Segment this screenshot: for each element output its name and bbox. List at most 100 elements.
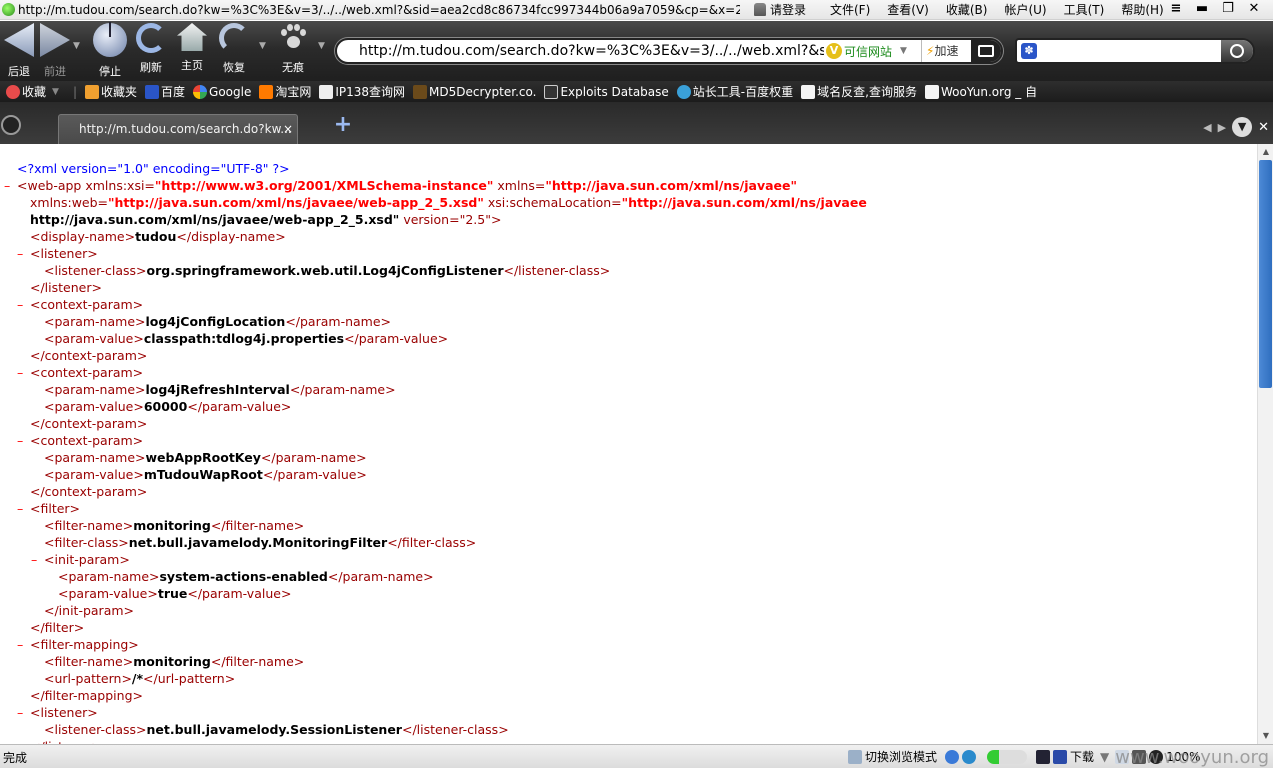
- fav-chinaz[interactable]: 站长工具-百度权重: [676, 83, 793, 100]
- incognito-button[interactable]: 无痕: [278, 23, 308, 75]
- fav-baidu[interactable]: 百度: [145, 83, 185, 100]
- toolbar-menu-icon[interactable]: ≡: [1163, 1, 1189, 16]
- restore-button[interactable]: 恢复: [219, 23, 249, 75]
- xml-line: </context-param>: [30, 415, 147, 432]
- fav-domain-lookup[interactable]: 域名反查,查询服务: [801, 83, 917, 100]
- toggle-icon[interactable]: [987, 749, 1028, 764]
- fav-exploits-database[interactable]: Exploits Database: [544, 84, 669, 99]
- fav-ip138[interactable]: IP138查询网: [319, 83, 405, 100]
- tab-scroll-right-icon[interactable]: ▶: [1218, 121, 1226, 134]
- xml-text-value: classpath:tdlog4j.properties: [143, 331, 345, 346]
- collapse-toggle-icon[interactable]: –: [4, 177, 14, 194]
- collapse-toggle-icon[interactable]: –: [17, 432, 27, 449]
- tab-scroll-left-icon[interactable]: ◀: [1203, 121, 1211, 134]
- baidu-paw-icon[interactable]: ✽: [1021, 43, 1037, 59]
- scroll-thumb[interactable]: [1259, 160, 1272, 388]
- fav-label-md5: MD5Decrypter.co.: [429, 84, 537, 99]
- collapse-toggle-icon[interactable]: –: [17, 245, 27, 262]
- menu-account[interactable]: 帐户(U): [1004, 1, 1046, 18]
- trusted-site-badge[interactable]: V 可信网站 ▼: [826, 43, 921, 60]
- go-icon: [978, 45, 994, 57]
- xml-tag: </listener>: [30, 280, 102, 295]
- incognito-dropdown-icon[interactable]: ▼: [318, 41, 325, 51]
- home-button[interactable]: 主页: [177, 23, 207, 73]
- scroll-down-icon[interactable]: ▼: [1258, 728, 1273, 744]
- xml-line: </filter>: [30, 619, 84, 636]
- refresh-button[interactable]: 刷新: [136, 23, 166, 75]
- xml-line: <url-pattern>/*</url-pattern>: [44, 670, 235, 687]
- menu-favorites[interactable]: 收藏(B): [946, 1, 988, 18]
- back-arrow-icon: [4, 23, 34, 57]
- collapse-toggle-icon[interactable]: –: [17, 704, 27, 721]
- history-dropdown-icon[interactable]: ▼: [73, 41, 80, 51]
- fav-google[interactable]: Google: [193, 84, 251, 99]
- xml-tag: <listener>: [30, 246, 98, 261]
- user-icon[interactable]: [754, 3, 766, 16]
- search-icon[interactable]: [1221, 40, 1253, 62]
- xml-line: <filter-name>monitoring</filter-name>: [44, 517, 304, 534]
- speed-up-button[interactable]: ⚡加速: [921, 40, 965, 62]
- xml-close-tag: </display-name>: [176, 229, 286, 244]
- tab-list-icon[interactable]: ▼: [1232, 117, 1253, 137]
- home-label: 主页: [181, 59, 203, 72]
- fav-wooyun[interactable]: WooYun.org _ 自: [924, 83, 1037, 100]
- ie-mode-icon[interactable]: [945, 749, 960, 764]
- tab-title: http://m.tudou.com/search.do?kw...: [79, 122, 292, 136]
- minimize-icon[interactable]: ▬: [1189, 1, 1215, 16]
- xml-text-value: system-actions-enabled: [159, 569, 328, 584]
- close-icon[interactable]: ✕: [1241, 1, 1267, 16]
- collapse-toggle-icon[interactable]: –: [17, 500, 27, 517]
- xml-open-tag: <param-value>: [44, 467, 144, 482]
- stop-button[interactable]: 停止: [93, 22, 127, 79]
- xml-text-value: log4jRefreshInterval: [145, 382, 290, 397]
- search-box[interactable]: ✽: [1015, 38, 1255, 64]
- go-button[interactable]: [971, 40, 1001, 62]
- menu-view[interactable]: 查看(V): [887, 1, 929, 18]
- favorites-menu[interactable]: 收藏 ▼: [6, 83, 59, 100]
- fav-taobao[interactable]: 淘宝网: [259, 83, 311, 100]
- network-icon[interactable]: [962, 749, 977, 764]
- vertical-scrollbar[interactable]: ▲ ▼: [1257, 144, 1273, 744]
- new-tab-icon[interactable]: +: [333, 114, 353, 136]
- xml-line: <filter-name>monitoring</filter-name>: [44, 653, 304, 670]
- xml-open-tag: <url-pattern>: [44, 671, 132, 686]
- restore-dropdown-icon[interactable]: ▼: [259, 41, 266, 51]
- xml-open-tag: <param-value>: [44, 399, 144, 414]
- download-icon[interactable]: [1053, 749, 1068, 764]
- xml-close-tag: </filter-name>: [210, 654, 305, 669]
- scroll-up-icon[interactable]: ▲: [1258, 144, 1273, 160]
- collapse-toggle-icon[interactable]: –: [17, 296, 27, 313]
- xml-line: </context-param>: [30, 483, 147, 500]
- collapse-toggle-icon[interactable]: –: [31, 551, 41, 568]
- xml-text-value: /*: [131, 671, 144, 686]
- screen-icon[interactable]: [1036, 749, 1051, 764]
- collapse-toggle-icon[interactable]: –: [17, 636, 27, 653]
- xml-line: <param-value>60000</param-value>: [44, 398, 291, 415]
- fav-md5decrypter[interactable]: MD5Decrypter.co.: [413, 84, 537, 99]
- forward-button[interactable]: 前进: [40, 23, 70, 79]
- maximize-icon[interactable]: ❐: [1215, 1, 1241, 16]
- download-button[interactable]: 下载: [1070, 748, 1094, 765]
- xml-text-value: tudou: [135, 229, 177, 244]
- xml-attr-name: xsi:schemaLocation=: [487, 195, 622, 210]
- back-button[interactable]: 后退: [4, 23, 34, 79]
- menu-help[interactable]: 帮助(H): [1121, 1, 1163, 18]
- favorites-folder[interactable]: 收藏夹: [84, 83, 137, 100]
- tab-active[interactable]: http://m.tudou.com/search.do?kw... ×: [58, 114, 298, 144]
- login-link[interactable]: 请登录: [770, 1, 830, 18]
- xml-open-tag: <param-value>: [58, 586, 158, 601]
- menu-file[interactable]: 文件(F): [830, 1, 870, 18]
- verified-icon: V: [826, 43, 842, 59]
- xml-text-value: webAppRootKey: [145, 450, 261, 465]
- tab-menu-icon[interactable]: [1, 115, 21, 135]
- chevron-down-icon[interactable]: ▼: [900, 46, 907, 56]
- menu-tools[interactable]: 工具(T): [1064, 1, 1105, 18]
- address-bar[interactable]: http://m.tudou.com/search.do?kw=%3C%3E&v…: [335, 38, 1003, 64]
- xml-open-tag: <filter-name>: [44, 518, 134, 533]
- switch-mode-button[interactable]: 切换浏览模式: [865, 748, 937, 765]
- tab-close-icon[interactable]: ×: [283, 115, 293, 143]
- collapse-toggle-icon[interactable]: –: [17, 364, 27, 381]
- trusted-site-label: 可信网站: [844, 44, 893, 59]
- address-input[interactable]: http://m.tudou.com/search.do?kw=%3C%3E&v…: [359, 43, 824, 59]
- close-tab-icon[interactable]: ✕: [1258, 120, 1269, 135]
